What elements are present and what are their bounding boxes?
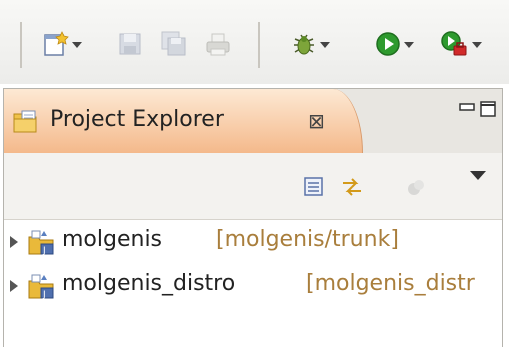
project-location: [molgenis/trunk] [216,227,399,252]
debug-icon [294,34,314,55]
save-all-button[interactable] [160,30,188,58]
toolbar-separator [258,22,260,68]
print-button[interactable] [204,30,232,58]
view-toolbar [4,153,502,220]
project-name: molgenis_distro [62,271,236,296]
project-explorer-view: Project Explorer ⊠ J molgenis [molgenis/… [3,88,503,348]
external-tools-icon [441,31,467,56]
view-menu-tool-icon[interactable] [404,175,428,199]
debug-dropdown[interactable] [320,42,330,48]
project-icon: J [28,274,54,300]
new-wizard-button[interactable] [42,30,70,58]
view-tab-bar: Project Explorer ⊠ [4,89,502,153]
run-button[interactable] [374,30,402,58]
debug-button[interactable] [290,30,318,58]
new-wizard-dropdown[interactable] [72,42,82,48]
run-icon [376,32,400,56]
view-menu-dropdown[interactable] [470,171,486,180]
tab-project-explorer[interactable]: Project Explorer ⊠ [4,89,363,153]
link-with-editor-button[interactable] [340,175,364,199]
save-icon [119,33,141,55]
project-location: [molgenis_distr [306,271,475,296]
main-toolbar [0,0,509,84]
save-button[interactable] [116,30,144,58]
external-tools-dropdown[interactable] [472,42,482,48]
project-icon: J [28,230,54,256]
collapse-all-button[interactable] [302,175,326,199]
tree-item-molgenis-distro[interactable]: J molgenis_distro [molgenis_distr [4,268,502,306]
project-explorer-icon [13,110,37,133]
svg-text:J: J [42,290,46,300]
save-all-icon [161,31,186,56]
project-tree: J molgenis [molgenis/trunk] J molgenis_d… [4,220,502,348]
tree-item-molgenis[interactable]: J molgenis [molgenis/trunk] [4,224,502,262]
close-icon[interactable]: ⊠ [308,109,325,133]
maximize-view-button[interactable] [480,101,496,117]
expand-arrow-icon[interactable] [10,280,18,292]
new-wizard-icon [44,31,69,56]
minimize-view-button[interactable] [459,103,475,113]
view-title: Project Explorer [50,107,224,132]
project-name: molgenis [62,227,163,252]
svg-text:J: J [42,246,46,256]
print-icon [206,33,230,56]
run-dropdown[interactable] [404,42,414,48]
external-tools-button[interactable] [440,30,468,58]
expand-arrow-icon[interactable] [10,236,18,248]
toolbar-separator [20,22,22,68]
